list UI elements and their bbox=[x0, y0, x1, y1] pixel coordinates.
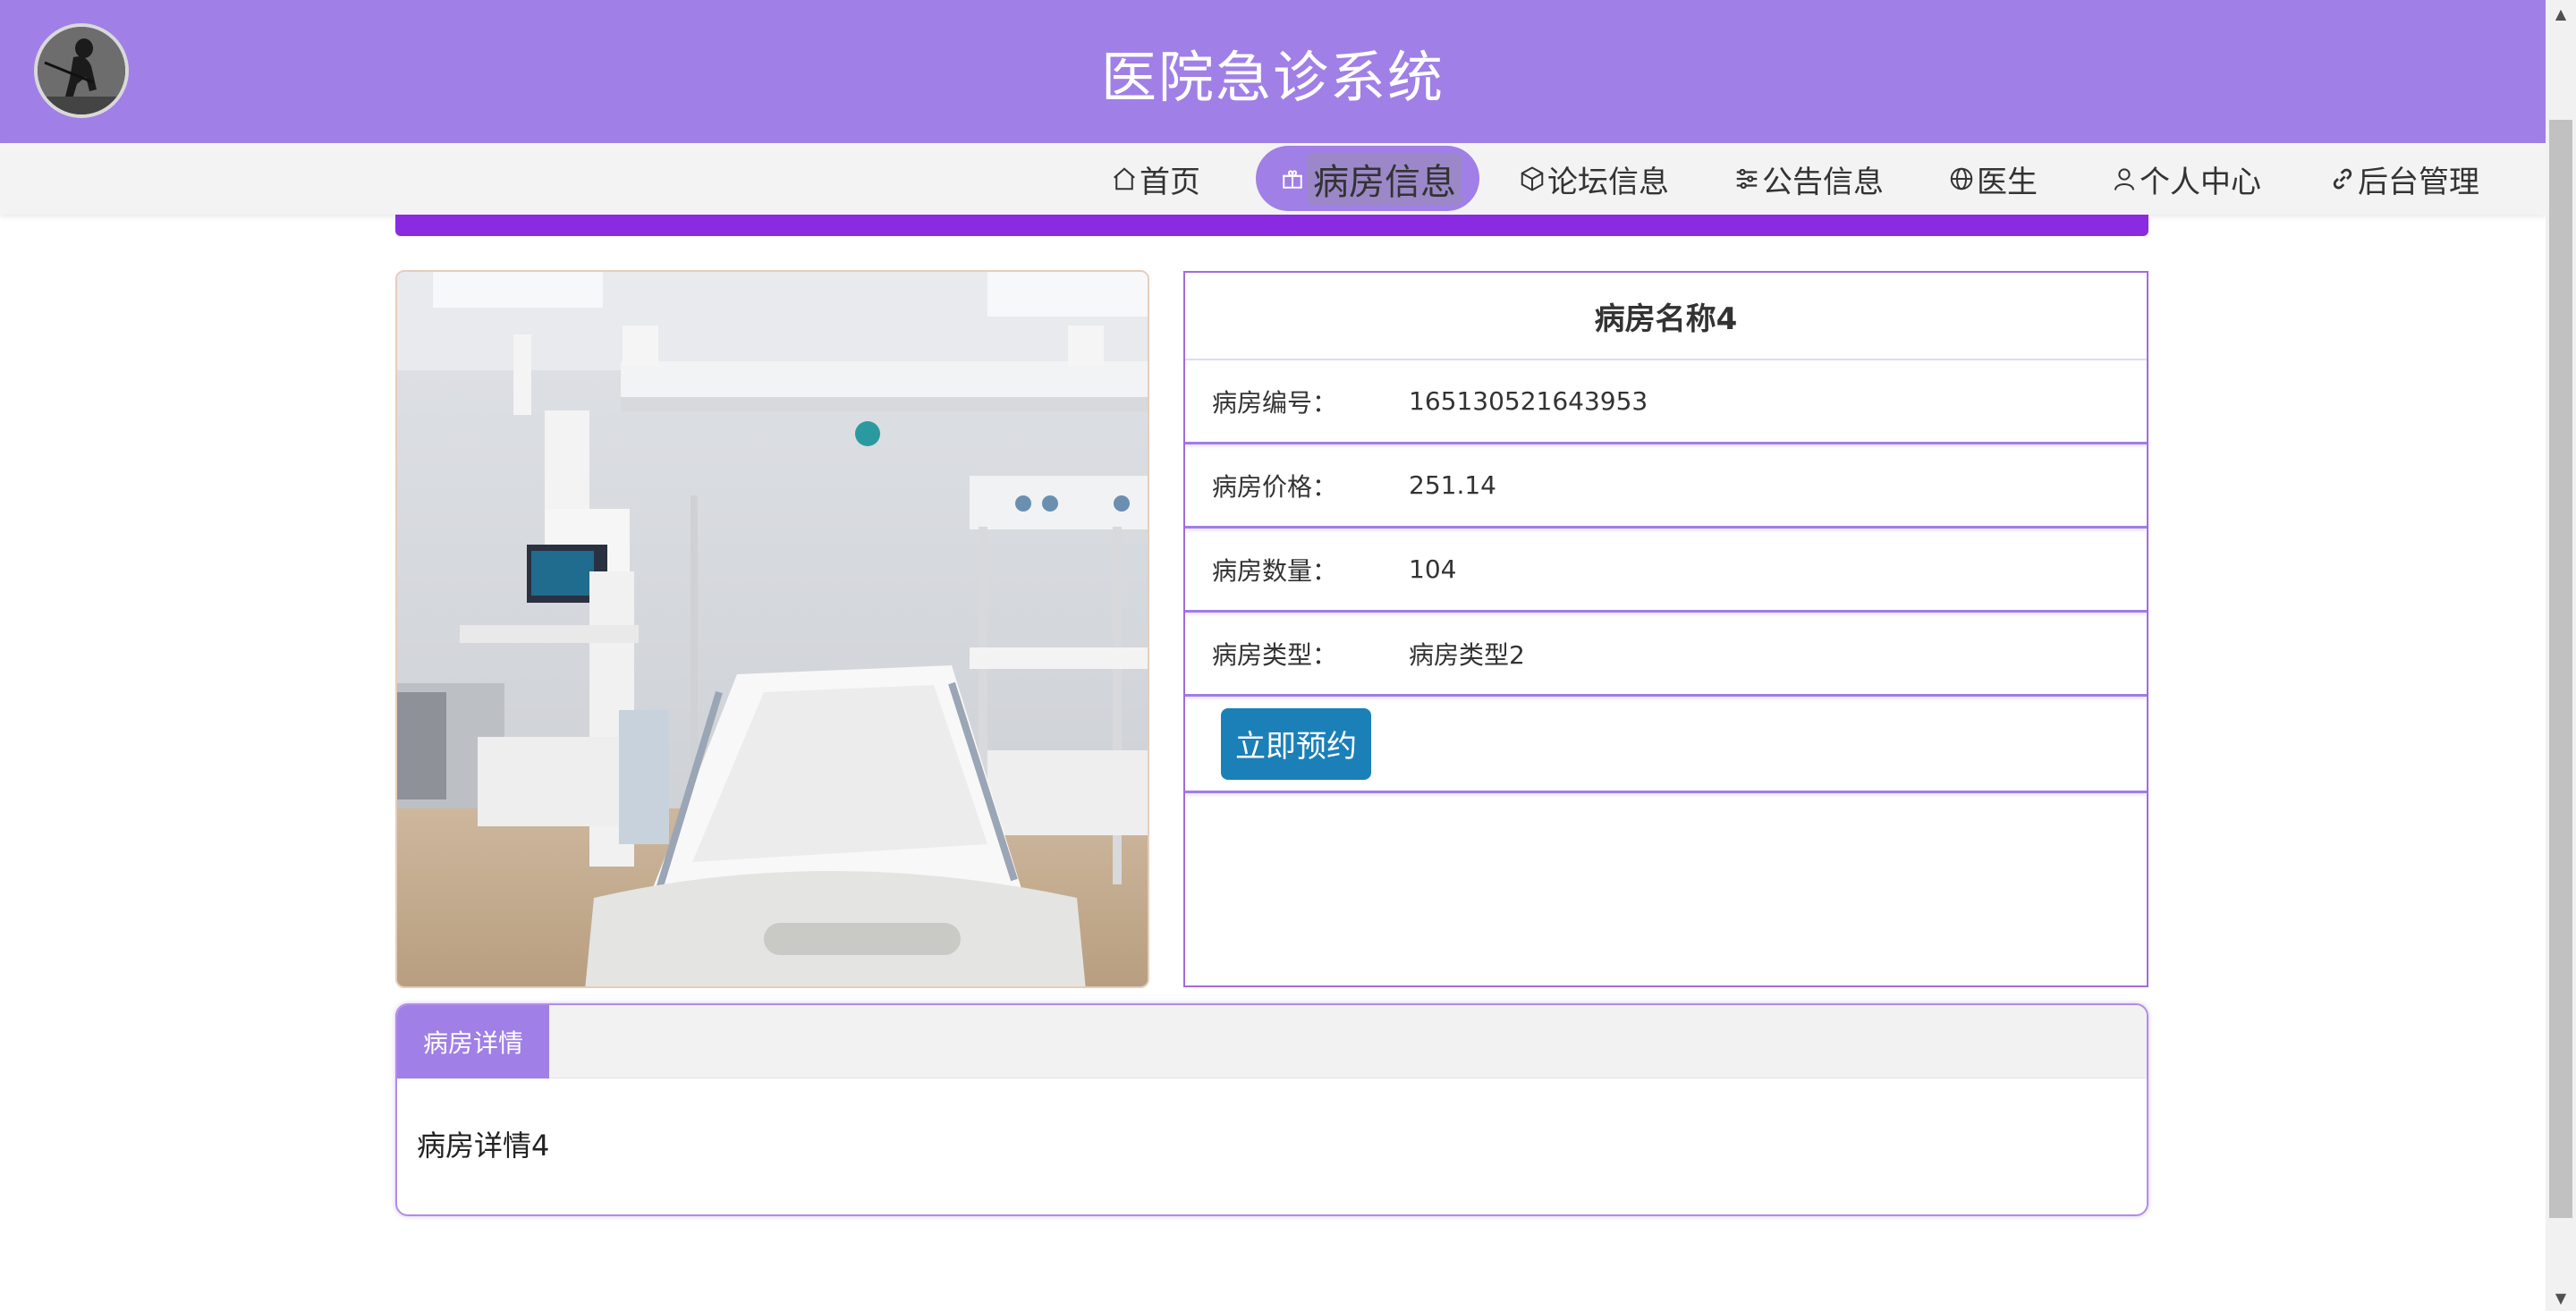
detail-tab-bar: 病房详情 bbox=[397, 1005, 2147, 1078]
header-bar: 医院急诊系统 bbox=[0, 0, 2546, 143]
info-row-room-price: 病房价格： 251.14 bbox=[1185, 444, 2147, 529]
field-label: 病房数量： bbox=[1212, 555, 1338, 586]
field-value: 104 bbox=[1409, 554, 1457, 584]
site-title: 医院急诊系统 bbox=[1100, 45, 1445, 110]
field-value: 病房类型2 bbox=[1409, 639, 1525, 670]
scroll-down-icon[interactable]: ▼ bbox=[2546, 1284, 2576, 1311]
room-info-panel: 病房名称4 病房编号： 165130521643953 病房价格： 251.14… bbox=[1183, 271, 2148, 987]
nav-label: 公告信息 bbox=[1762, 164, 1884, 200]
scroll-thumb[interactable] bbox=[2549, 120, 2572, 1218]
nav-item-notice[interactable]: 公告信息 bbox=[1732, 143, 1884, 215]
field-value: 251.14 bbox=[1409, 470, 1496, 500]
cube-icon bbox=[1517, 164, 1547, 194]
room-photo bbox=[395, 270, 1149, 988]
home-icon bbox=[1109, 164, 1140, 194]
nav-label: 后台管理 bbox=[2358, 164, 2479, 200]
field-label: 病房编号： bbox=[1212, 387, 1338, 418]
main-nav: 首页 病房信息 论坛信息 公告信息 医生 个人中心 后台管理 bbox=[0, 143, 2546, 215]
nav-label: 论坛信息 bbox=[1547, 164, 1669, 200]
nav-label: 个人中心 bbox=[2140, 164, 2261, 200]
nav-label: 医生 bbox=[1977, 164, 2038, 200]
info-row-room-number: 病房编号： 165130521643953 bbox=[1185, 360, 2147, 444]
field-label: 病房价格： bbox=[1212, 471, 1338, 502]
nav-item-forum[interactable]: 论坛信息 bbox=[1517, 143, 1669, 215]
page-scrollbar[interactable]: ▲ ▼ bbox=[2546, 0, 2576, 1311]
user-icon bbox=[2109, 164, 2140, 194]
nav-item-admin[interactable]: 后台管理 bbox=[2327, 143, 2479, 215]
link-icon bbox=[2327, 164, 2358, 194]
scroll-up-icon[interactable]: ▲ bbox=[2546, 0, 2576, 27]
nav-item-ward-info[interactable]: 病房信息 bbox=[1256, 146, 1479, 211]
field-value: 165130521643953 bbox=[1409, 386, 1648, 416]
accent-strip bbox=[395, 215, 2148, 236]
tab-room-detail[interactable]: 病房详情 bbox=[397, 1005, 549, 1078]
gift-icon bbox=[1277, 164, 1308, 194]
field-label: 病房类型： bbox=[1212, 639, 1338, 670]
nav-item-doctor[interactable]: 医生 bbox=[1946, 143, 2038, 215]
nav-item-home[interactable]: 首页 bbox=[1109, 143, 1200, 215]
info-row-room-quantity: 病房数量： 104 bbox=[1185, 529, 2147, 613]
nav-item-personal-center[interactable]: 个人中心 bbox=[2109, 143, 2261, 215]
nav-label: 病房信息 bbox=[1308, 152, 1462, 205]
nav-label: 首页 bbox=[1140, 164, 1200, 200]
sliders-icon bbox=[1732, 164, 1762, 194]
room-detail-card: 病房详情 病房详情4 bbox=[395, 1003, 2148, 1216]
detail-content: 病房详情4 bbox=[417, 1129, 550, 1163]
action-row: 立即预约 bbox=[1185, 697, 2147, 793]
room-name: 病房名称4 bbox=[1185, 273, 2147, 360]
info-row-room-type: 病房类型： 病房类型2 bbox=[1185, 613, 2147, 697]
reserve-button[interactable]: 立即预约 bbox=[1221, 707, 1371, 780]
globe-icon bbox=[1946, 164, 1977, 194]
